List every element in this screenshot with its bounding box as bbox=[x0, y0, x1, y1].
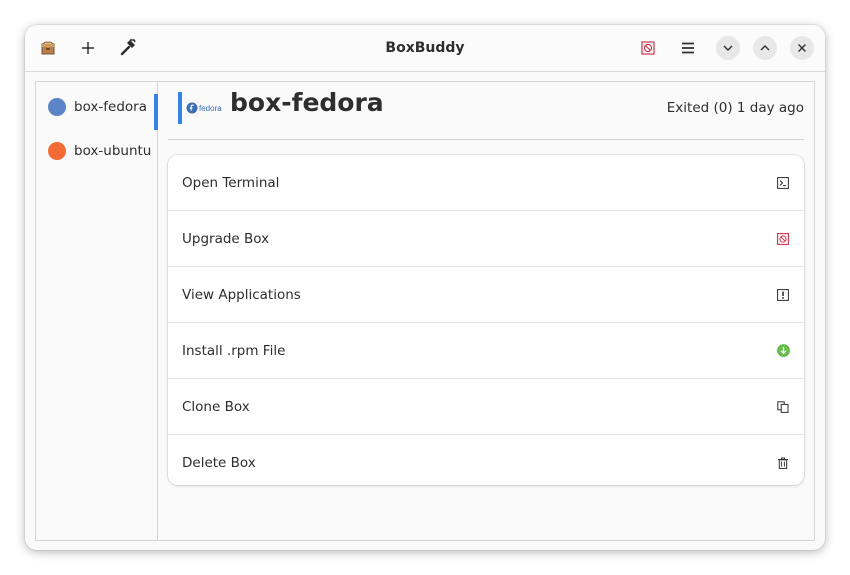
title-accent-bar bbox=[178, 92, 182, 124]
no-entry-icon bbox=[776, 232, 790, 246]
main-menu-button[interactable] bbox=[674, 34, 702, 62]
action-label: Clone Box bbox=[182, 398, 250, 415]
chevron-down-icon bbox=[723, 45, 733, 51]
app-list-icon bbox=[776, 288, 790, 302]
action-label: Install .rpm File bbox=[182, 342, 286, 359]
sidebar-item-label: box-ubuntu bbox=[74, 143, 152, 159]
minimize-button[interactable] bbox=[716, 36, 740, 60]
sidebar-item-box-ubuntu[interactable]: box-ubuntu bbox=[36, 132, 157, 170]
trash-icon bbox=[776, 456, 790, 470]
fedora-distro-icon bbox=[48, 98, 66, 116]
stop-button[interactable] bbox=[634, 34, 662, 62]
clone-box-row[interactable]: Clone Box bbox=[168, 379, 804, 435]
download-icon bbox=[776, 344, 790, 358]
upgrade-box-row[interactable]: Upgrade Box bbox=[168, 211, 804, 267]
delete-box-row[interactable]: Delete Box bbox=[168, 435, 804, 485]
header-bar: BoxBuddy bbox=[25, 25, 825, 72]
box-status: Exited (0) 1 day ago bbox=[666, 100, 804, 116]
sidebar-item-box-fedora[interactable]: box-fedora bbox=[36, 88, 158, 130]
action-label: Open Terminal bbox=[182, 174, 280, 191]
view-applications-row[interactable]: View Applications bbox=[168, 267, 804, 323]
tools-button[interactable] bbox=[114, 34, 142, 62]
close-button[interactable] bbox=[790, 36, 814, 60]
action-label: View Applications bbox=[182, 286, 301, 303]
fedora-logo-text: fedora bbox=[199, 103, 222, 113]
content-area: box-fedora box-ubuntu fedora box-fedora … bbox=[35, 81, 815, 541]
install-package-row[interactable]: Install .rpm File bbox=[168, 323, 804, 379]
no-entry-icon bbox=[641, 41, 655, 55]
box-title: box-fedora bbox=[230, 88, 384, 117]
hammer-icon bbox=[120, 39, 136, 56]
plus-icon bbox=[82, 42, 94, 54]
terminal-icon bbox=[776, 176, 790, 190]
box-details: fedora box-fedora Exited (0) 1 day ago O… bbox=[158, 82, 814, 540]
close-icon bbox=[798, 44, 806, 52]
sidebar-item-label: box-fedora bbox=[74, 99, 147, 115]
maximize-button[interactable] bbox=[753, 36, 777, 60]
action-label: Delete Box bbox=[182, 454, 256, 471]
open-terminal-row[interactable]: Open Terminal bbox=[168, 155, 804, 211]
app-window: BoxBuddy box-fedora box-ubuntu fedora bo… bbox=[25, 25, 825, 550]
add-box-button[interactable] bbox=[74, 34, 102, 62]
actions-list: Open Terminal Upgrade Box View Applicati… bbox=[168, 155, 804, 485]
fedora-logo-icon bbox=[186, 102, 198, 114]
chevron-up-icon bbox=[760, 45, 770, 51]
header-divider bbox=[168, 139, 804, 140]
package-icon bbox=[34, 34, 62, 62]
fedora-logo: fedora bbox=[186, 98, 222, 118]
hamburger-icon bbox=[682, 42, 694, 54]
copy-icon bbox=[776, 400, 790, 414]
ubuntu-distro-icon bbox=[48, 142, 66, 160]
action-label: Upgrade Box bbox=[182, 230, 270, 247]
window-title: BoxBuddy bbox=[385, 40, 465, 56]
box-sidebar: box-fedora box-ubuntu bbox=[36, 82, 158, 540]
